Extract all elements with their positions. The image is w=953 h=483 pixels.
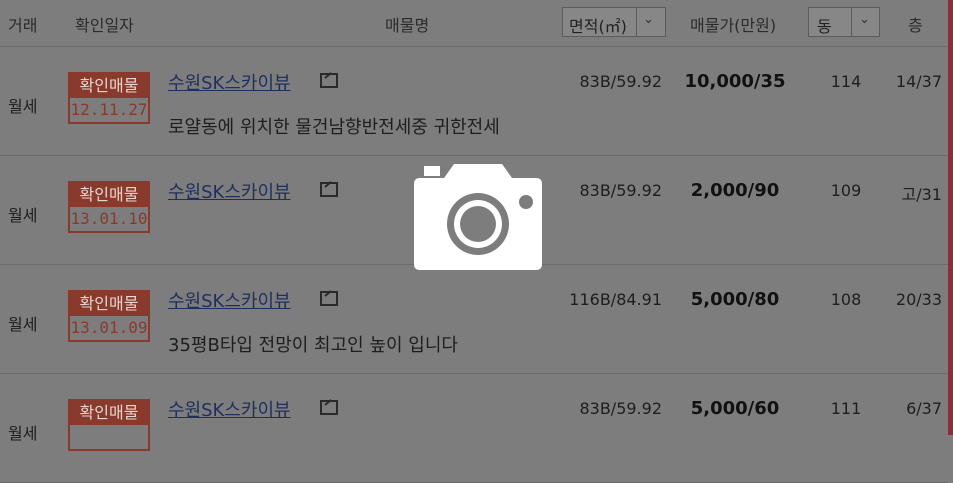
listing-name-link[interactable]: 수원SK스카이뷰 <box>168 69 291 95</box>
header-deal-type: 거래 <box>8 16 38 35</box>
stamp-label: 확인매물 <box>70 183 148 207</box>
external-link-icon[interactable] <box>320 73 338 88</box>
listing-name-link[interactable]: 수원SK스카이뷰 <box>168 396 291 422</box>
listing-description: 로얄동에 위치한 물건남향반전세중 귀한전세 <box>168 117 500 138</box>
listing-area: 83B/59.92 <box>579 181 662 200</box>
listing-name-link[interactable]: 수원SK스카이뷰 <box>168 178 291 204</box>
chevron-down-icon[interactable]: ⌄ <box>859 12 870 27</box>
header-price: 매물가(만원) <box>690 16 777 35</box>
listing-area: 116B/84.91 <box>569 290 662 309</box>
listing-dong: 109 <box>830 181 862 200</box>
header-confirm-date: 확인일자 <box>75 16 134 35</box>
chevron-down-icon[interactable]: ⌄ <box>643 12 654 27</box>
listing-floor: 14/37 <box>895 72 942 91</box>
header-floor: 층 <box>908 16 923 35</box>
deal-type: 월세 <box>8 206 38 225</box>
dropdown-divider <box>636 8 637 36</box>
listing-area: 83B/59.92 <box>579 72 662 91</box>
deal-type: 월세 <box>8 315 38 334</box>
area-sort-dropdown[interactable]: 면적(㎡) ⌄ <box>562 7 666 37</box>
header-area: 면적(㎡) <box>569 17 627 36</box>
table-row[interactable]: 월세 확인매물 13.01.09 수원SK스카이뷰 35평B타입 전망이 최고인… <box>0 265 948 374</box>
stamp-date: 12.11.27 <box>70 100 148 119</box>
listing-dong: 108 <box>830 290 862 309</box>
stamp-label: 확인매물 <box>70 74 148 98</box>
listing-price: 5,000/60 <box>690 398 780 419</box>
header-listing-name: 매물명 <box>385 16 430 35</box>
stamp-date: 13.01.09 <box>70 318 148 337</box>
deal-type: 월세 <box>8 97 38 116</box>
confirmed-listing-stamp: 확인매물 13.01.09 <box>68 290 150 342</box>
confirmed-listing-stamp: 확인매물 13.01.10 <box>68 181 150 233</box>
table-header: 거래 확인일자 매물명 면적(㎡) ⌄ 매물가(만원) 동 ⌄ 층 <box>0 0 948 47</box>
listing-floor: 6/37 <box>906 399 942 418</box>
dropdown-divider <box>851 8 852 36</box>
listing-floor: 고/31 <box>901 185 942 204</box>
external-link-icon[interactable] <box>320 291 338 306</box>
camera-icon[interactable] <box>414 162 542 270</box>
confirmed-listing-stamp: 확인매물 12.11.27 <box>68 72 150 124</box>
stamp-date: 13.01.10 <box>70 209 148 228</box>
table-row[interactable]: 월세 확인매물 수원SK스카이뷰 83B/59.92 5,000/60 111 … <box>0 374 948 483</box>
listing-name-link[interactable]: 수원SK스카이뷰 <box>168 287 291 313</box>
listing-price: 5,000/80 <box>690 289 780 310</box>
listing-dong: 114 <box>830 72 862 91</box>
listing-price: 10,000/35 <box>684 71 786 92</box>
dong-sort-dropdown[interactable]: 동 ⌄ <box>808 7 880 37</box>
stamp-label: 확인매물 <box>70 292 148 316</box>
window-edge <box>948 0 953 435</box>
external-link-icon[interactable] <box>320 182 338 197</box>
stamp-date <box>70 425 148 449</box>
listing-price: 2,000/90 <box>690 180 780 201</box>
table-row[interactable]: 월세 확인매물 12.11.27 수원SK스카이뷰 로얄동에 위치한 물건남향반… <box>0 47 948 156</box>
external-link-icon[interactable] <box>320 400 338 415</box>
listing-dong: 111 <box>830 399 862 418</box>
listing-description: 35평B타입 전망이 최고인 높이 입니다 <box>168 335 458 356</box>
listing-floor: 20/33 <box>895 290 942 309</box>
confirmed-listing-stamp: 확인매물 <box>68 399 150 451</box>
listing-area: 83B/59.92 <box>579 399 662 418</box>
header-dong: 동 <box>817 17 832 36</box>
deal-type: 월세 <box>8 424 38 443</box>
stamp-label: 확인매물 <box>70 401 148 425</box>
